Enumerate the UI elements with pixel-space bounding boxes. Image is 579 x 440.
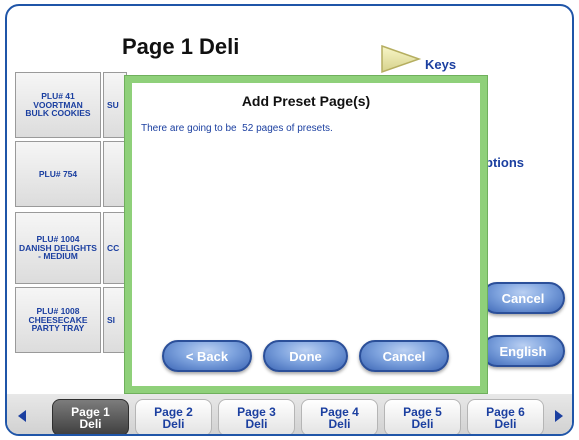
tab-page-6[interactable]: Page 6 Deli <box>467 399 544 434</box>
play-arrow-icon <box>381 44 422 74</box>
tab-page-4[interactable]: Page 4 Deli <box>301 399 378 434</box>
tab-page-5[interactable]: Page 5 Deli <box>384 399 461 434</box>
tab-page-1[interactable]: Page 1 Deli <box>52 399 129 434</box>
plu-button-col2-4[interactable]: SI <box>103 287 127 353</box>
english-button[interactable]: English <box>481 335 565 367</box>
tab-page-2[interactable]: Page 2 Deli <box>135 399 212 434</box>
dialog-title: Add Preset Page(s) <box>241 93 371 109</box>
done-button[interactable]: Done <box>263 340 348 372</box>
next-page-button[interactable] <box>548 399 570 433</box>
options-label: ptions <box>485 155 524 170</box>
plu-button-41[interactable]: PLU# 41 VOORTMAN BULK COOKIES <box>15 72 101 138</box>
plu-button-1008[interactable]: PLU# 1008 CHEESECAKE PARTY TRAY <box>15 287 101 353</box>
cancel-button[interactable]: Cancel <box>481 282 565 314</box>
dialog-cancel-button[interactable]: Cancel <box>359 340 449 372</box>
keys-button[interactable]: Keys <box>379 44 469 74</box>
plu-button-col2-1[interactable]: SU <box>103 72 127 138</box>
plu-button-col2-3[interactable]: CC <box>103 212 127 284</box>
pos-screen: Page 1 Deli Keys ptions PLU# 41 VOORTMAN… <box>5 4 574 436</box>
plu-button-col2-2[interactable] <box>103 141 127 207</box>
prev-page-button[interactable] <box>11 399 33 433</box>
page-title: Page 1 Deli <box>122 34 240 59</box>
chevron-right-icon <box>555 410 563 422</box>
add-preset-dialog: Add Preset Page(s) There are going to be… <box>125 76 487 393</box>
plu-button-754[interactable]: PLU# 754 <box>15 141 101 207</box>
tab-page-3[interactable]: Page 3 Deli <box>218 399 295 434</box>
dialog-message: There are going to be 52 pages of preset… <box>141 123 333 134</box>
plu-button-1004[interactable]: PLU# 1004 DANISH DELIGHTS - MEDIUM <box>15 212 101 284</box>
keys-label: Keys <box>425 57 457 72</box>
back-button[interactable]: < Back <box>162 340 252 372</box>
chevron-left-icon <box>18 410 26 422</box>
